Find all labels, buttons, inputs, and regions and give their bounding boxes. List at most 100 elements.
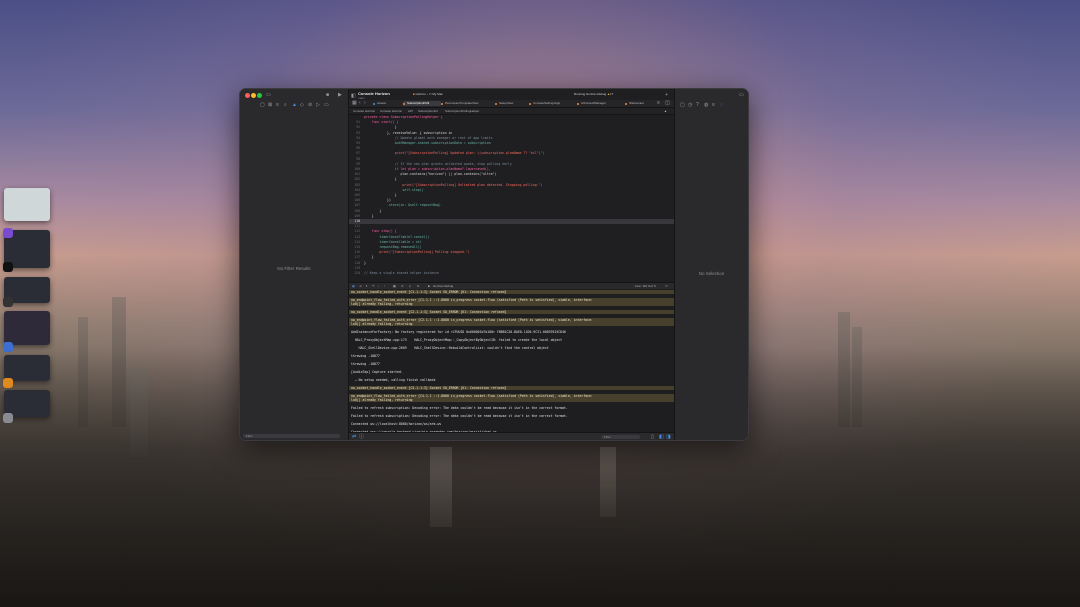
symbol-icon[interactable]: ≡ bbox=[276, 102, 279, 108]
project-icon: ◧ bbox=[351, 93, 356, 99]
back-icon[interactable]: ‹ bbox=[359, 100, 361, 106]
console-warning-line: nw_endpoint_flow_failed_with_error [C4.1… bbox=[349, 394, 674, 403]
search-icon[interactable]: ⌕ bbox=[284, 102, 287, 108]
wallpaper-tower bbox=[112, 297, 126, 427]
issue-icon[interactable]: ▲ bbox=[292, 102, 297, 108]
breadcrumb-item[interactable]: API bbox=[408, 108, 413, 114]
wallpaper-tower bbox=[852, 327, 862, 427]
adjust-editor-icon[interactable]: ≡ bbox=[657, 100, 660, 106]
auto-icon[interactable]: ⇄ bbox=[352, 434, 356, 440]
debug-console[interactable]: nw_socket_handle_socket_event [C1.1.1:3]… bbox=[349, 289, 674, 433]
report-icon[interactable]: ▭ bbox=[324, 102, 329, 108]
swift-file-icon bbox=[529, 102, 531, 105]
tab-console-settings-app[interactable]: ConsoleSettingsApp bbox=[529, 101, 577, 106]
code-text: print("[SubscriptionPolling] Polling sto… bbox=[364, 250, 470, 255]
size-inspector-icon[interactable]: ◌ bbox=[720, 102, 723, 108]
tab-assets[interactable]: Assets bbox=[373, 101, 405, 106]
console-line: → No setup needed, calling finish callba… bbox=[351, 378, 436, 383]
quick-help-icon[interactable]: ? bbox=[696, 102, 699, 108]
stage-manager-window[interactable] bbox=[4, 355, 50, 381]
variables-view-icon[interactable]: ◧ bbox=[659, 434, 664, 440]
scheme-selector[interactable]: ■ Horizon › ▭ My Mac bbox=[413, 92, 443, 96]
console-warning-line: nw_socket_handle_socket_event [C1.1.1:3]… bbox=[349, 290, 674, 295]
swift-file-icon bbox=[441, 102, 443, 105]
code-text: func start() { bbox=[364, 120, 399, 125]
wallpaper-tower bbox=[130, 367, 148, 457]
split-editor-icon[interactable]: ◫ bbox=[665, 100, 670, 106]
line-number[interactable]: 120 bbox=[349, 271, 360, 276]
scheme-device: My Mac bbox=[432, 92, 443, 96]
inspector-toggle-icon[interactable]: ▭ bbox=[739, 92, 744, 98]
code-text: } bbox=[364, 193, 397, 197]
navigator-pane: ▭ ■ ▶ ▢ ⊠ ≡ ⌕ ▲ ◇ ⊘ ▷ ▭ No Filter Result… bbox=[240, 89, 349, 440]
close-button[interactable] bbox=[245, 93, 250, 98]
add-icon[interactable]: + bbox=[665, 92, 668, 98]
stage-manager-window[interactable] bbox=[4, 188, 50, 221]
debug-icon[interactable]: ⊘ bbox=[308, 102, 312, 108]
folder-icon[interactable]: ▢ bbox=[260, 102, 265, 108]
console-view-icon[interactable]: ◨ bbox=[666, 434, 671, 440]
stop-icon[interactable]: ■ bbox=[326, 92, 329, 98]
code-text: timerCancellable?.cancel() bbox=[364, 234, 430, 239]
breadcrumb-item[interactable]: SubscriptionPollingHelper bbox=[445, 108, 479, 114]
breadcrumb-item[interactable]: SubscriptionPo bbox=[418, 108, 438, 114]
minimize-button[interactable] bbox=[251, 93, 256, 98]
tab-permission-template-view[interactable]: PermissionTemplateView bbox=[441, 101, 493, 106]
code-text: } bbox=[364, 125, 397, 130]
code-text: // Update global auth manager or rest of… bbox=[364, 135, 493, 140]
code-line[interactable]: 120 // Keep a single shared helper instan… bbox=[349, 271, 674, 276]
tab-ai-context-manager[interactable]: AIContextManager bbox=[577, 101, 625, 106]
breadcrumb-item[interactable]: Console Horizon bbox=[380, 108, 402, 114]
identity-inspector-icon[interactable]: ◍ bbox=[704, 102, 708, 108]
console-bottom-bar: ⇄ ⓘ Filter ▯ ◧ ◨ bbox=[349, 432, 674, 440]
app-icon bbox=[3, 262, 13, 272]
console-line: Failed to refresh subscription: Decoding… bbox=[351, 414, 568, 419]
file-inspector-icon[interactable]: ▢ bbox=[680, 102, 685, 108]
code-text: // If the new plan grants unlimited quot… bbox=[364, 161, 512, 166]
code-text: self.stop() bbox=[364, 187, 424, 192]
stage-manager-window[interactable] bbox=[4, 311, 50, 345]
swift-file-icon bbox=[577, 102, 579, 105]
sidebar-toggle-icon[interactable]: ▭ bbox=[266, 92, 271, 98]
wallpaper-tower bbox=[78, 317, 88, 427]
swift-file-icon bbox=[495, 102, 497, 105]
tab-subscription-polling[interactable]: SubscriptionPolli bbox=[403, 101, 441, 106]
console-warning-line: nw_socket_handle_socket_event [C4.1.1:3]… bbox=[349, 386, 674, 391]
history-inspector-icon[interactable]: ◷ bbox=[688, 102, 692, 108]
navigator-filter-field[interactable]: Filter bbox=[243, 434, 340, 438]
console-warning-line: nw_socket_handle_socket_event [C2.1.1:3]… bbox=[349, 310, 674, 315]
test-icon[interactable]: ◇ bbox=[300, 102, 304, 108]
console-line: throwing -10877 bbox=[351, 362, 380, 367]
console-warning-line: nw_endpoint_flow_failed_with_error [C1.1… bbox=[349, 298, 674, 307]
xcode-window: ▭ ■ ▶ ▢ ⊠ ≡ ⌕ ▲ ◇ ⊘ ▷ ▭ No Filter Result… bbox=[239, 88, 749, 441]
run-icon[interactable]: ▶ bbox=[338, 92, 342, 98]
swift-file-icon bbox=[403, 102, 405, 105]
warning-icon[interactable]: ▲ bbox=[664, 108, 667, 114]
console-line: Failed to refresh subscription: Decoding… bbox=[351, 406, 568, 411]
code-text: if let plan = subscription.planName?.low… bbox=[364, 167, 491, 171]
jump-bar: Console Horizon Console Horizon API Subs… bbox=[349, 108, 674, 115]
zoom-button[interactable] bbox=[257, 93, 262, 98]
info-icon[interactable]: ⓘ bbox=[359, 434, 364, 440]
source-control-icon[interactable]: ⊠ bbox=[268, 102, 272, 108]
wallpaper-tower bbox=[430, 447, 452, 527]
warning-count[interactable]: 17 bbox=[610, 92, 613, 96]
code-editor[interactable]: private class SubscriptionPollingHelper … bbox=[349, 115, 674, 282]
code-text: { bbox=[364, 177, 397, 182]
breakpoint-icon[interactable]: ▷ bbox=[316, 102, 320, 108]
attributes-inspector-icon[interactable]: ≡ bbox=[712, 102, 715, 108]
code-text: plan.contains("horizon") || plan.contain… bbox=[364, 172, 497, 177]
tab-websocket[interactable]: Websocket bbox=[625, 101, 657, 106]
breadcrumb-item[interactable]: Console Horizon bbox=[353, 108, 375, 114]
swift-file-icon bbox=[625, 102, 627, 105]
console-line: HALC_ShellDevice.cpp:2669 HALC_ShellDevi… bbox=[351, 346, 549, 351]
forward-icon[interactable]: › bbox=[364, 100, 366, 106]
grid-icon[interactable]: ▦ bbox=[352, 100, 357, 106]
code-text: }) bbox=[364, 198, 391, 203]
console-filter-field[interactable]: Filter bbox=[601, 434, 640, 439]
app-icon bbox=[3, 228, 13, 238]
console-line: [AudioTap] Capture started. bbox=[351, 370, 403, 375]
trash-icon[interactable]: ▯ bbox=[651, 434, 654, 440]
app-icon bbox=[3, 413, 13, 423]
tab-setup-view[interactable]: SetupView bbox=[495, 101, 529, 106]
